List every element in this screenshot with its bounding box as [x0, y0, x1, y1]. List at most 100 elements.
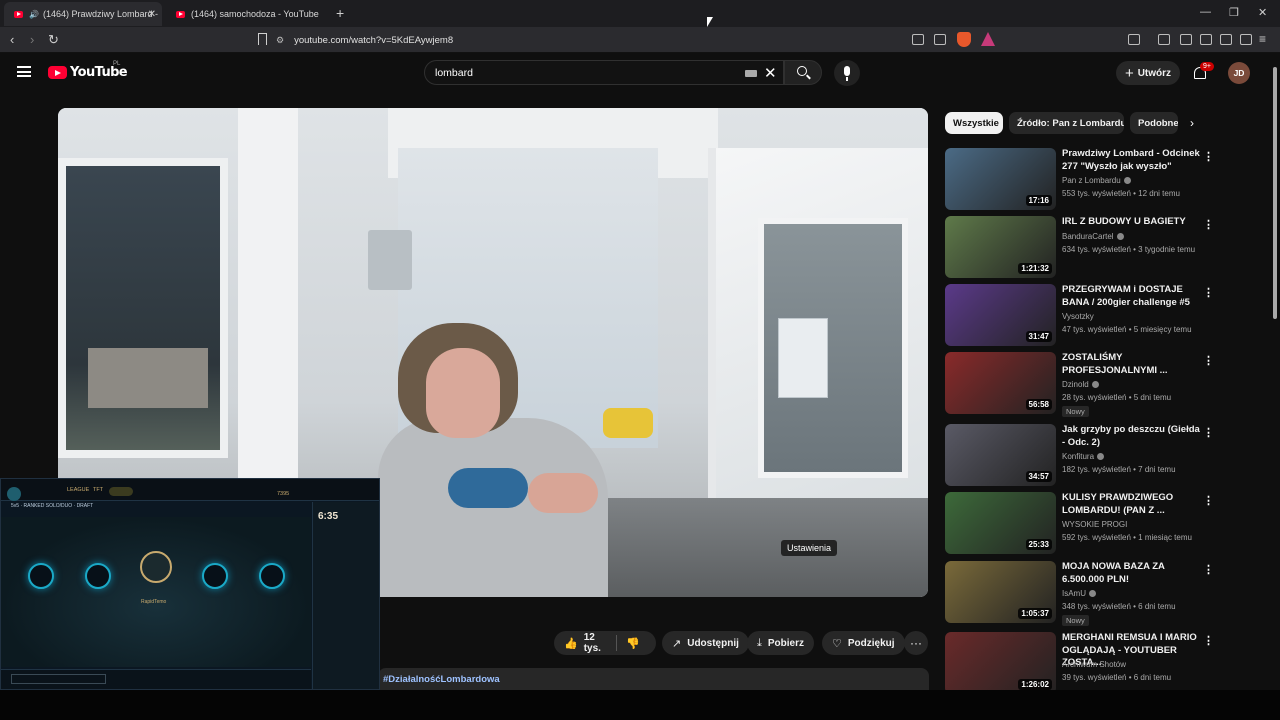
like-count[interactable]: 12 tys. — [584, 632, 606, 654]
video-options-icon[interactable]: ⋮ — [1203, 426, 1214, 439]
share-page-icon[interactable] — [934, 34, 946, 45]
summoner-slot-icon[interactable] — [202, 563, 228, 589]
tft-tab[interactable]: TFT — [93, 487, 103, 493]
chip-related[interactable]: Podobne — [1130, 112, 1178, 134]
page-scrollbar[interactable] — [1273, 67, 1277, 319]
thanks-icon: ♡ — [832, 637, 842, 650]
wallet-icon[interactable] — [1200, 34, 1212, 45]
site-info-icon[interactable]: ⚙ — [276, 35, 284, 46]
channel-name[interactable]: Vysotzky — [1062, 312, 1094, 321]
video-duration: 1:05:37 — [1018, 608, 1052, 619]
video-title[interactable]: MOJA NOWA BAZA ZA 6.500.000 PLN! — [1062, 561, 1202, 586]
search-button[interactable] — [784, 60, 822, 85]
vpn-icon[interactable] — [1240, 34, 1252, 45]
menu-icon[interactable]: ≡ — [1259, 32, 1266, 46]
chip-all[interactable]: Wszystkie — [945, 112, 1003, 134]
video-thumbnail[interactable]: 56:58 — [945, 352, 1056, 414]
keyboard-icon[interactable] — [745, 70, 757, 77]
thanks-button[interactable]: ♡ Podziękuj — [822, 631, 905, 655]
youtube-logo[interactable]: YouTube PL — [48, 61, 128, 80]
summoner-slot-icon[interactable] — [85, 563, 111, 589]
video-title[interactable]: KULISY PRAWDZIWEGO LOMBARDU! (PAN Z ... — [1062, 492, 1202, 517]
maximize-button[interactable]: ❐ — [1229, 6, 1239, 19]
video-thumbnail[interactable]: 25:33 — [945, 492, 1056, 554]
summoner-slot-icon[interactable] — [28, 563, 54, 589]
video-title[interactable]: PRZEGRYWAM i DOSTAJE BANA / 200gier chal… — [1062, 284, 1202, 309]
video-thumbnail[interactable]: 31:47 — [945, 284, 1056, 346]
related-video-item[interactable]: 34:57 Jak grzyby po deszczu (Giełda - Odc… — [945, 424, 1265, 488]
media-icon[interactable] — [1158, 34, 1170, 45]
related-video-item[interactable]: 31:47 PRZEGRYWAM i DOSTAJE BANA / 200gier… — [945, 284, 1265, 348]
summoner-slot-icon[interactable] — [259, 563, 285, 589]
related-video-item[interactable]: 1:21:32 IRL Z BUDOWY U BAGIETY BanduraCart… — [945, 216, 1265, 280]
video-options-icon[interactable]: ⋮ — [1203, 634, 1214, 647]
description-box[interactable]: #DziałalnośćLombardowa — [378, 668, 929, 690]
speaker-icon[interactable]: 🔊 — [29, 10, 39, 19]
video-options-icon[interactable]: ⋮ — [1203, 494, 1214, 507]
tab-samochodoza[interactable]: (1464) samochodoza - YouTube — [166, 2, 326, 26]
video-title[interactable]: Jak grzyby po deszczu (Giełda - Odc. 2) — [1062, 424, 1202, 449]
league-client-overlay[interactable]: LEAGUE TFT 7395 5v5 · RANKED SOLO/DUO · … — [0, 478, 380, 690]
voice-search-icon[interactable] — [834, 60, 860, 86]
video-thumbnail[interactable]: 1:21:32 — [945, 216, 1056, 278]
video-thumbnail[interactable]: 1:26:02 — [945, 632, 1056, 694]
video-title[interactable]: IRL Z BUDOWY U BAGIETY — [1062, 216, 1202, 229]
sidebar-icon[interactable] — [1180, 34, 1192, 45]
back-button[interactable]: ‹ — [10, 32, 14, 47]
bookmark-icon[interactable] — [258, 33, 267, 45]
related-video-item[interactable]: 17:16 Prawdziwy Lombard - Odcinek 277 "Wy… — [945, 148, 1265, 212]
clear-search-icon[interactable]: ✕ — [764, 64, 777, 82]
video-thumbnail[interactable]: 1:05:37 — [945, 561, 1056, 623]
video-title[interactable]: Prawdziwy Lombard - Odcinek 277 "Wyszło … — [1062, 148, 1202, 173]
channel-name[interactable]: IsAmU — [1062, 589, 1096, 598]
dislike-icon[interactable]: 👎 — [626, 637, 640, 650]
create-button[interactable]: + Utwórz — [1116, 61, 1180, 85]
related-video-item[interactable]: 1:26:02 MERGHANI REMSUA I MARIO OGLĄDAJĄ … — [945, 632, 1265, 696]
video-title[interactable]: ZOSTALIŚMY PROFESJONALNYMI ... — [1062, 352, 1202, 377]
video-meta: 28 tys. wyświetleń • 5 dni temu — [1062, 393, 1172, 402]
share-button[interactable]: ↗ Udostępnij — [662, 631, 749, 655]
tab-prawdziwy-lombard[interactable]: 🔊 (1464) Prawdziwy Lombard - ✕ — [4, 2, 162, 26]
video-options-icon[interactable]: ⋮ — [1203, 286, 1214, 299]
new-tab-button[interactable]: + — [336, 5, 344, 21]
search-icon — [797, 66, 807, 76]
league-tab[interactable]: LEAGUE — [67, 487, 89, 493]
hamburger-menu-icon[interactable] — [17, 66, 31, 77]
channel-name[interactable]: WYSOKIE PROGI — [1062, 520, 1127, 529]
chip-source[interactable]: Źródło: Pan z Lombardu — [1009, 112, 1124, 134]
video-options-icon[interactable]: ⋮ — [1203, 218, 1214, 231]
video-duration: 1:21:32 — [1018, 263, 1052, 274]
chips-next-icon[interactable]: › — [1190, 116, 1194, 130]
video-options-icon[interactable]: ⋮ — [1203, 150, 1214, 163]
avatar[interactable]: JD — [1228, 62, 1250, 84]
video-thumbnail[interactable]: 17:16 — [945, 148, 1056, 210]
chat-input[interactable] — [11, 674, 106, 684]
more-actions-button[interactable]: ··· — [904, 631, 928, 655]
related-video-item[interactable]: 25:33 KULISY PRAWDZIWEGO LOMBARDU! (PAN Z… — [945, 492, 1265, 556]
channel-name[interactable]: BanduraCartel — [1062, 232, 1124, 241]
screenshot-icon[interactable] — [1128, 34, 1140, 45]
close-tab-icon[interactable]: ✕ — [148, 9, 156, 20]
related-video-item[interactable]: 56:58 ZOSTALIŚMY PROFESJONALNYMI ... Dzino… — [945, 352, 1265, 417]
video-options-icon[interactable]: ⋮ — [1203, 354, 1214, 367]
channel-name[interactable]: Archiwum Shotów — [1062, 660, 1126, 669]
related-video-item[interactable]: 1:05:37 MOJA NOWA BAZA ZA 6.500.000 PLN! I… — [945, 561, 1265, 626]
cast-icon[interactable] — [912, 34, 924, 45]
forward-button[interactable]: › — [30, 32, 34, 47]
brave-shields-icon[interactable] — [957, 32, 971, 47]
like-icon[interactable]: 👍 — [564, 637, 578, 650]
channel-name[interactable]: Dzinold — [1062, 380, 1099, 389]
hashtag-link[interactable]: #DziałalnośćLombardowa — [383, 674, 500, 685]
channel-name[interactable]: Pan z Lombardu — [1062, 176, 1131, 185]
video-options-icon[interactable]: ⋮ — [1203, 563, 1214, 576]
download-button[interactable]: ⤓ Pobierz — [747, 631, 814, 655]
channel-name[interactable]: Konfitura — [1062, 452, 1105, 461]
minimize-button[interactable]: — — [1200, 6, 1211, 18]
leo-ai-icon[interactable] — [1220, 34, 1232, 45]
address-bar[interactable]: ⚙ youtube.com/watch?v=5KdEAywjem8 — [276, 30, 1000, 50]
reload-button[interactable]: ↻ — [48, 32, 59, 48]
video-thumbnail[interactable]: 34:57 — [945, 424, 1056, 486]
champion-portrait-icon[interactable] — [140, 551, 172, 583]
search-input[interactable]: lombard — [424, 60, 784, 85]
close-window-button[interactable]: ✕ — [1258, 6, 1267, 19]
